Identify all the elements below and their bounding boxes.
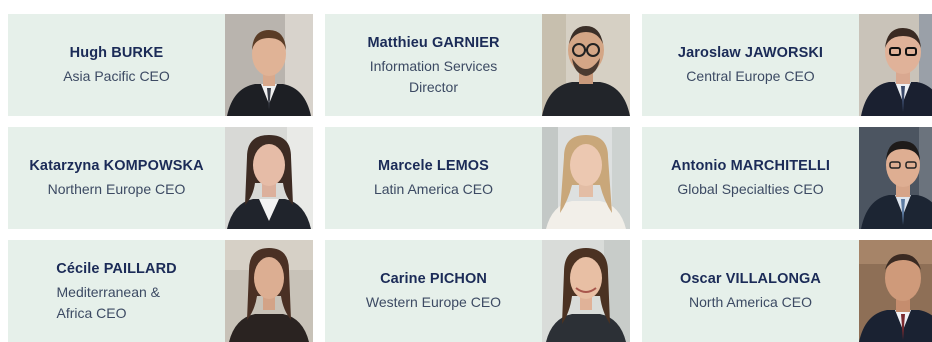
executive-name: Hugh BURKE [69, 45, 164, 61]
executive-name: Matthieu GARNIER [367, 34, 500, 51]
executive-photo [225, 14, 313, 116]
executive-info: Oscar VILLALONGA North America CEO [642, 240, 859, 342]
executive-grid: Hugh BURKE Asia Pacific CEO Matthieu GAR… [8, 14, 932, 342]
executive-role: Global Specialties CEO [677, 181, 824, 197]
executive-photo [542, 14, 630, 116]
executive-card[interactable]: Marcele LEMOS Latin America CEO [325, 127, 630, 229]
executive-card[interactable]: Oscar VILLALONGA North America CEO [642, 240, 932, 342]
executive-info: Antonio MARCHITELLI Global Specialties C… [642, 127, 859, 229]
executive-role: Northern Europe CEO [47, 181, 186, 197]
executive-photo [542, 240, 630, 342]
executive-info: Marcele LEMOS Latin America CEO [325, 127, 542, 229]
executive-photo [859, 14, 932, 116]
executive-name: Carine PICHON [380, 271, 487, 287]
executive-role: Mediterranean & Africa CEO [56, 283, 161, 321]
executive-role: Asia Pacific CEO [63, 68, 170, 84]
executive-role: Information Services Director [369, 57, 498, 95]
executive-role: Central Europe CEO [686, 68, 815, 84]
executive-role: Latin America CEO [373, 181, 494, 197]
executive-info: Jaroslaw JAWORSKI Central Europe CEO [642, 14, 859, 116]
executive-photo [225, 240, 313, 342]
executive-name: Cécile PAILLARD [56, 260, 177, 277]
executive-photo [859, 240, 932, 342]
executive-card[interactable]: Katarzyna KOMPOWSKA Northern Europe CEO [8, 127, 313, 229]
executive-card[interactable]: Cécile PAILLARD Mediterranean & Africa C… [8, 240, 313, 342]
executive-info: Katarzyna KOMPOWSKA Northern Europe CEO [8, 127, 225, 229]
executive-photo [859, 127, 932, 229]
executive-name: Katarzyna KOMPOWSKA [29, 158, 204, 174]
executive-role: North America CEO [689, 294, 812, 310]
executive-info: Matthieu GARNIER Information Services Di… [325, 14, 542, 116]
executive-info: Cécile PAILLARD Mediterranean & Africa C… [8, 240, 225, 342]
executive-name: Jaroslaw JAWORSKI [677, 45, 824, 61]
executive-card[interactable]: Carine PICHON Western Europe CEO [325, 240, 630, 342]
executive-card[interactable]: Matthieu GARNIER Information Services Di… [325, 14, 630, 116]
executive-photo [542, 127, 630, 229]
executive-photo [225, 127, 313, 229]
executive-card[interactable]: Antonio MARCHITELLI Global Specialties C… [642, 127, 932, 229]
executive-card[interactable]: Hugh BURKE Asia Pacific CEO [8, 14, 313, 116]
executive-name: Antonio MARCHITELLI [671, 158, 830, 174]
executive-role: Western Europe CEO [365, 294, 502, 310]
executive-name: Oscar VILLALONGA [680, 271, 821, 287]
executive-info: Hugh BURKE Asia Pacific CEO [8, 14, 225, 116]
executive-info: Carine PICHON Western Europe CEO [325, 240, 542, 342]
executive-card[interactable]: Jaroslaw JAWORSKI Central Europe CEO [642, 14, 932, 116]
executive-name: Marcele LEMOS [378, 158, 489, 174]
